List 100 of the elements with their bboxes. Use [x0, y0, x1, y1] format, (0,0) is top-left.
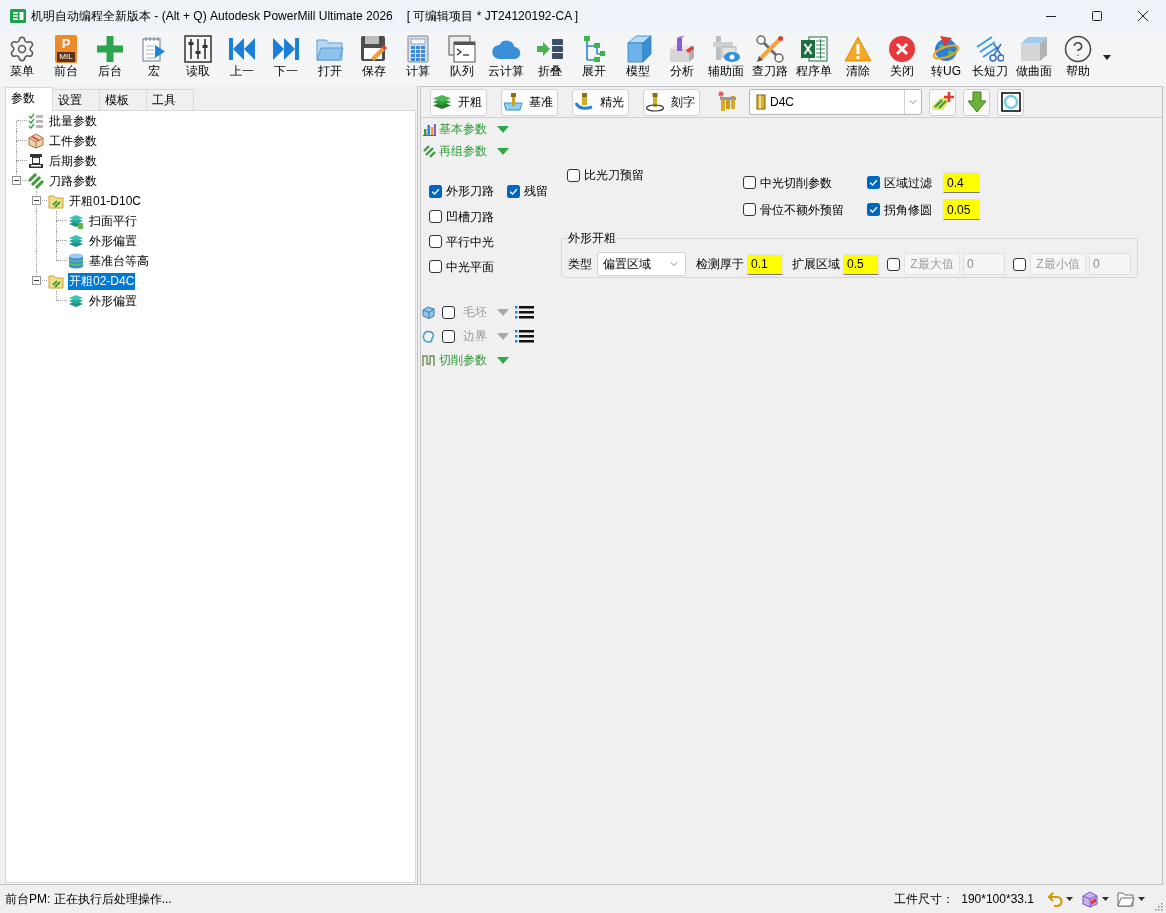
layers-icon: [68, 293, 84, 309]
option-label: 外形刀路: [446, 183, 494, 200]
toolbar-button[interactable]: 宏: [132, 32, 176, 84]
toolbar-button[interactable]: 折叠: [528, 32, 572, 84]
checkbox[interactable]: [743, 176, 756, 189]
project-label: [ 可编辑项目 * JT24120192-CA ]: [406, 8, 579, 25]
cube-icon: [1081, 890, 1099, 908]
tree-item[interactable]: 后期参数: [48, 152, 98, 170]
toolbar-button[interactable]: 模型: [616, 32, 660, 84]
option-label: 骨位不额外预留: [760, 201, 844, 219]
toolbar-button[interactable]: 上一: [220, 32, 264, 84]
cube-icon: [624, 35, 652, 63]
undo-icon: [1047, 891, 1063, 907]
toolbar-button[interactable]: 帮助: [1056, 32, 1100, 84]
checkbox[interactable]: [429, 260, 442, 273]
list-icon[interactable]: [515, 305, 534, 319]
tree-item[interactable]: 刀路参数: [48, 172, 98, 190]
toolbar-button[interactable]: 展开: [572, 32, 616, 84]
toolbar-button[interactable]: 查刀路: [748, 32, 792, 84]
tree-item[interactable]: 批量参数: [48, 112, 98, 130]
toolbar-button[interactable]: 队列: [440, 32, 484, 84]
toolbar-button[interactable]: 长短刀: [968, 32, 1012, 84]
checkbox[interactable]: [442, 305, 455, 319]
tree-item[interactable]: 外形偏置: [88, 292, 138, 310]
option-label: 比光刀预留: [584, 167, 644, 184]
tool-select[interactable]: D4C: [749, 89, 922, 115]
toolbar-button[interactable]: 转UG: [924, 32, 968, 84]
package-icon: [28, 133, 44, 149]
value-field[interactable]: 0.1: [747, 253, 783, 275]
resize-grip-icon: [1153, 901, 1163, 911]
checkbox[interactable]: [867, 203, 880, 216]
checkbox[interactable]: [429, 235, 442, 248]
panel-tab[interactable]: 设置: [53, 89, 100, 110]
checkbox[interactable]: [507, 184, 520, 198]
toolbar-button[interactable]: 计算: [396, 32, 440, 84]
caret-icon[interactable]: [1103, 55, 1111, 60]
value-field[interactable]: 0.05: [943, 199, 980, 220]
tree-item[interactable]: 扫面平行: [88, 212, 138, 230]
toolbar-button[interactable]: 下一: [264, 32, 308, 84]
tree-item[interactable]: 开粗01-D10C: [68, 192, 143, 210]
notepad-play-icon: [142, 36, 166, 62]
tree-toggle[interactable]: [32, 196, 41, 205]
status-tool-button[interactable]: [1081, 890, 1109, 908]
folder-icon: [316, 37, 344, 61]
type-select[interactable]: 偏置区域: [597, 252, 686, 276]
folder-icon: [48, 273, 64, 289]
list-icon[interactable]: [515, 329, 534, 343]
toolbar-button[interactable]: 菜单: [0, 32, 44, 84]
strategy-button[interactable]: 基准: [501, 88, 558, 116]
toolbar-button[interactable]: 关闭: [880, 32, 924, 84]
tree-diagram-icon: [582, 35, 606, 63]
toolbar-button[interactable]: 云计算: [484, 32, 528, 84]
toolbar-button[interactable]: 辅助面: [704, 32, 748, 84]
tree-item[interactable]: 开粗02-D4C: [68, 272, 136, 290]
skip-back-icon: [228, 37, 256, 61]
tree-item[interactable]: 工件参数: [48, 132, 98, 150]
toolbar-button[interactable]: 清除: [836, 32, 880, 84]
cylinder-icon: [68, 253, 84, 269]
checkbox[interactable]: [887, 257, 900, 271]
checkbox[interactable]: [1013, 257, 1026, 271]
checkbox[interactable]: [429, 210, 442, 223]
wrench-pencil-icon: [756, 35, 784, 63]
toolbar-button[interactable]: P MIL 前台: [44, 32, 88, 84]
layers-icon: [68, 233, 84, 249]
checkbox[interactable]: [442, 329, 455, 343]
checkbox[interactable]: [429, 184, 442, 198]
panel-tab[interactable]: 模板: [100, 89, 147, 110]
checkbox[interactable]: [743, 203, 756, 216]
close-icon: [1138, 11, 1148, 21]
strategy-button[interactable]: 刻字: [643, 88, 700, 116]
tree-toggle[interactable]: [12, 176, 21, 185]
tray-tool-icon: [503, 92, 523, 112]
status-tool-button[interactable]: [1047, 891, 1073, 907]
cutters-icon: [718, 91, 736, 113]
tree-toggle[interactable]: [32, 276, 41, 285]
checkbox[interactable]: [867, 176, 880, 189]
status-message: 前台PM: 正在执行后处理操作...: [5, 891, 172, 908]
toolbar-button[interactable]: 做曲面: [1012, 32, 1056, 84]
option-label: 拐角修圆: [884, 201, 932, 219]
value-field[interactable]: 0.4: [943, 172, 980, 193]
toolbar-button[interactable]: 保存: [352, 32, 396, 84]
toolbar-button[interactable]: 后台: [88, 32, 132, 84]
checkbox[interactable]: [567, 168, 580, 182]
checklist-icon: [28, 113, 44, 129]
strategy-button[interactable]: 开粗: [430, 88, 487, 116]
globe-icon: [932, 35, 960, 63]
tool-button[interactable]: [997, 88, 1024, 116]
panel-tab[interactable]: 工具: [147, 89, 194, 110]
toolbar-button[interactable]: 读取: [176, 32, 220, 84]
strategy-button[interactable]: 精光: [572, 88, 629, 116]
panel-tab[interactable]: 参数: [5, 87, 53, 111]
value-field[interactable]: 0.5: [843, 253, 879, 275]
tree-item[interactable]: 基准台等高: [88, 252, 150, 270]
stripes-icon: [28, 173, 44, 189]
option-label: 残留: [524, 183, 548, 200]
tree-item[interactable]: 外形偏置: [88, 232, 138, 250]
toolbar-button[interactable]: 分析: [660, 32, 704, 84]
toolbar-button[interactable]: 程序单: [792, 32, 836, 84]
toolbar-button[interactable]: 打开: [308, 32, 352, 84]
status-tool-button[interactable]: [1117, 891, 1145, 907]
